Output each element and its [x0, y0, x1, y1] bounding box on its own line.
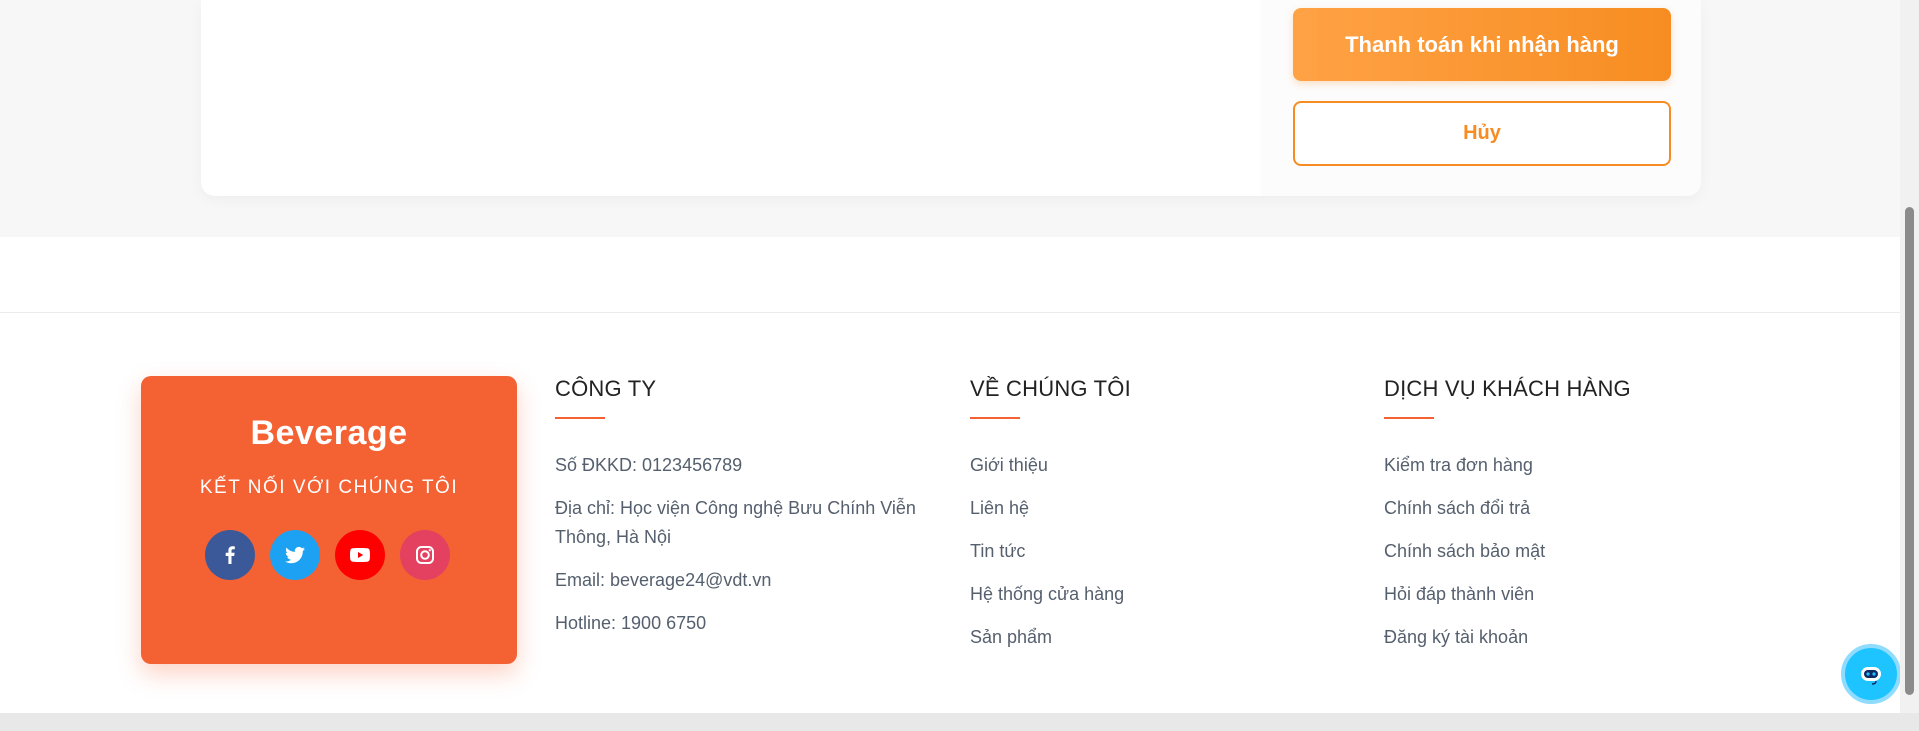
- about-title-underline: [970, 417, 1020, 419]
- chatbot-button[interactable]: [1841, 644, 1901, 704]
- footer-col-about: VỀ CHÚNG TÔI Giới thiệu Liên hệ Tin tức …: [970, 376, 1350, 666]
- company-email: Email: beverage24@vdt.vn: [555, 570, 772, 590]
- facebook-icon[interactable]: [205, 530, 255, 580]
- social-links: [205, 530, 450, 580]
- footer-col-company: CÔNG TY Số ĐKKD: 0123456789 Địa chỉ: Học…: [555, 376, 935, 652]
- link-he-thong-cua-hang[interactable]: Hệ thống cửa hàng: [970, 584, 1124, 604]
- brand-name: Beverage: [250, 414, 408, 452]
- brand-box: Beverage KẾT NỐI VỚI CHÚNG TÔI: [141, 376, 517, 664]
- list-item: Kiểm tra đơn hàng: [1384, 451, 1764, 480]
- twitter-icon[interactable]: [270, 530, 320, 580]
- checkout-section: Thanh toán khi nhận hàng Hủy: [0, 0, 1900, 237]
- page: Thanh toán khi nhận hàng Hủy Beverage KẾ…: [0, 0, 1919, 731]
- brand-tagline: KẾT NỐI VỚI CHÚNG TÔI: [199, 477, 459, 498]
- service-links: Kiểm tra đơn hàng Chính sách đổi trả Chí…: [1384, 451, 1764, 652]
- vertical-scrollbar[interactable]: [1900, 0, 1919, 724]
- company-registration: Số ĐKKD: 0123456789: [555, 455, 743, 475]
- company-hotline: Hotline: 1900 6750: [555, 613, 707, 633]
- list-item: Tin tức: [970, 537, 1350, 566]
- about-links: Giới thiệu Liên hệ Tin tức Hệ thống cửa …: [970, 451, 1350, 652]
- cancel-button[interactable]: Hủy: [1293, 101, 1671, 166]
- list-item: Chính sách đổi trả: [1384, 494, 1764, 523]
- list-item: Liên hệ: [970, 494, 1350, 523]
- cod-payment-button[interactable]: Thanh toán khi nhận hàng: [1293, 8, 1671, 81]
- service-title-underline: [1384, 417, 1434, 419]
- link-san-pham[interactable]: Sản phẩm: [970, 627, 1052, 647]
- chatbot-icon: [1861, 667, 1881, 685]
- link-chinh-sach-bao-mat[interactable]: Chính sách bảo mật: [1384, 541, 1545, 561]
- link-kiem-tra-don-hang[interactable]: Kiểm tra đơn hàng: [1384, 455, 1533, 475]
- link-dang-ky-tai-khoan[interactable]: Đăng ký tài khoản: [1384, 627, 1528, 647]
- about-title: VỀ CHÚNG TÔI: [970, 376, 1131, 401]
- link-chinh-sach-doi-tra[interactable]: Chính sách đổi trả: [1384, 498, 1530, 518]
- instagram-icon[interactable]: [400, 530, 450, 580]
- company-info-list: Số ĐKKD: 0123456789 Địa chỉ: Học viện Cô…: [555, 451, 935, 638]
- list-item: Hỏi đáp thành viên: [1384, 580, 1764, 609]
- list-item: Chính sách bảo mật: [1384, 537, 1764, 566]
- company-address: Địa chỉ: Học viện Công nghệ Bưu Chính Vi…: [555, 498, 916, 547]
- list-item: Đăng ký tài khoản: [1384, 623, 1764, 652]
- youtube-icon[interactable]: [335, 530, 385, 580]
- link-gioi-thieu[interactable]: Giới thiệu: [970, 455, 1048, 475]
- service-title: DỊCH VỤ KHÁCH HÀNG: [1384, 376, 1631, 401]
- horizontal-scrollbar[interactable]: [0, 713, 1919, 731]
- scrollbar-thumb[interactable]: [1905, 207, 1914, 695]
- link-tin-tuc[interactable]: Tin tức: [970, 541, 1025, 561]
- footer-col-service: DỊCH VỤ KHÁCH HÀNG Kiểm tra đơn hàng Chí…: [1384, 376, 1764, 666]
- link-hoi-dap-thanh-vien[interactable]: Hỏi đáp thành viên: [1384, 584, 1534, 604]
- link-lien-he[interactable]: Liên hệ: [970, 498, 1029, 518]
- list-item: Sản phẩm: [970, 623, 1350, 652]
- footer-divider: [0, 312, 1900, 313]
- company-title: CÔNG TY: [555, 376, 657, 401]
- company-title-underline: [555, 417, 605, 419]
- list-item: Hệ thống cửa hàng: [970, 580, 1350, 609]
- list-item: Giới thiệu: [970, 451, 1350, 480]
